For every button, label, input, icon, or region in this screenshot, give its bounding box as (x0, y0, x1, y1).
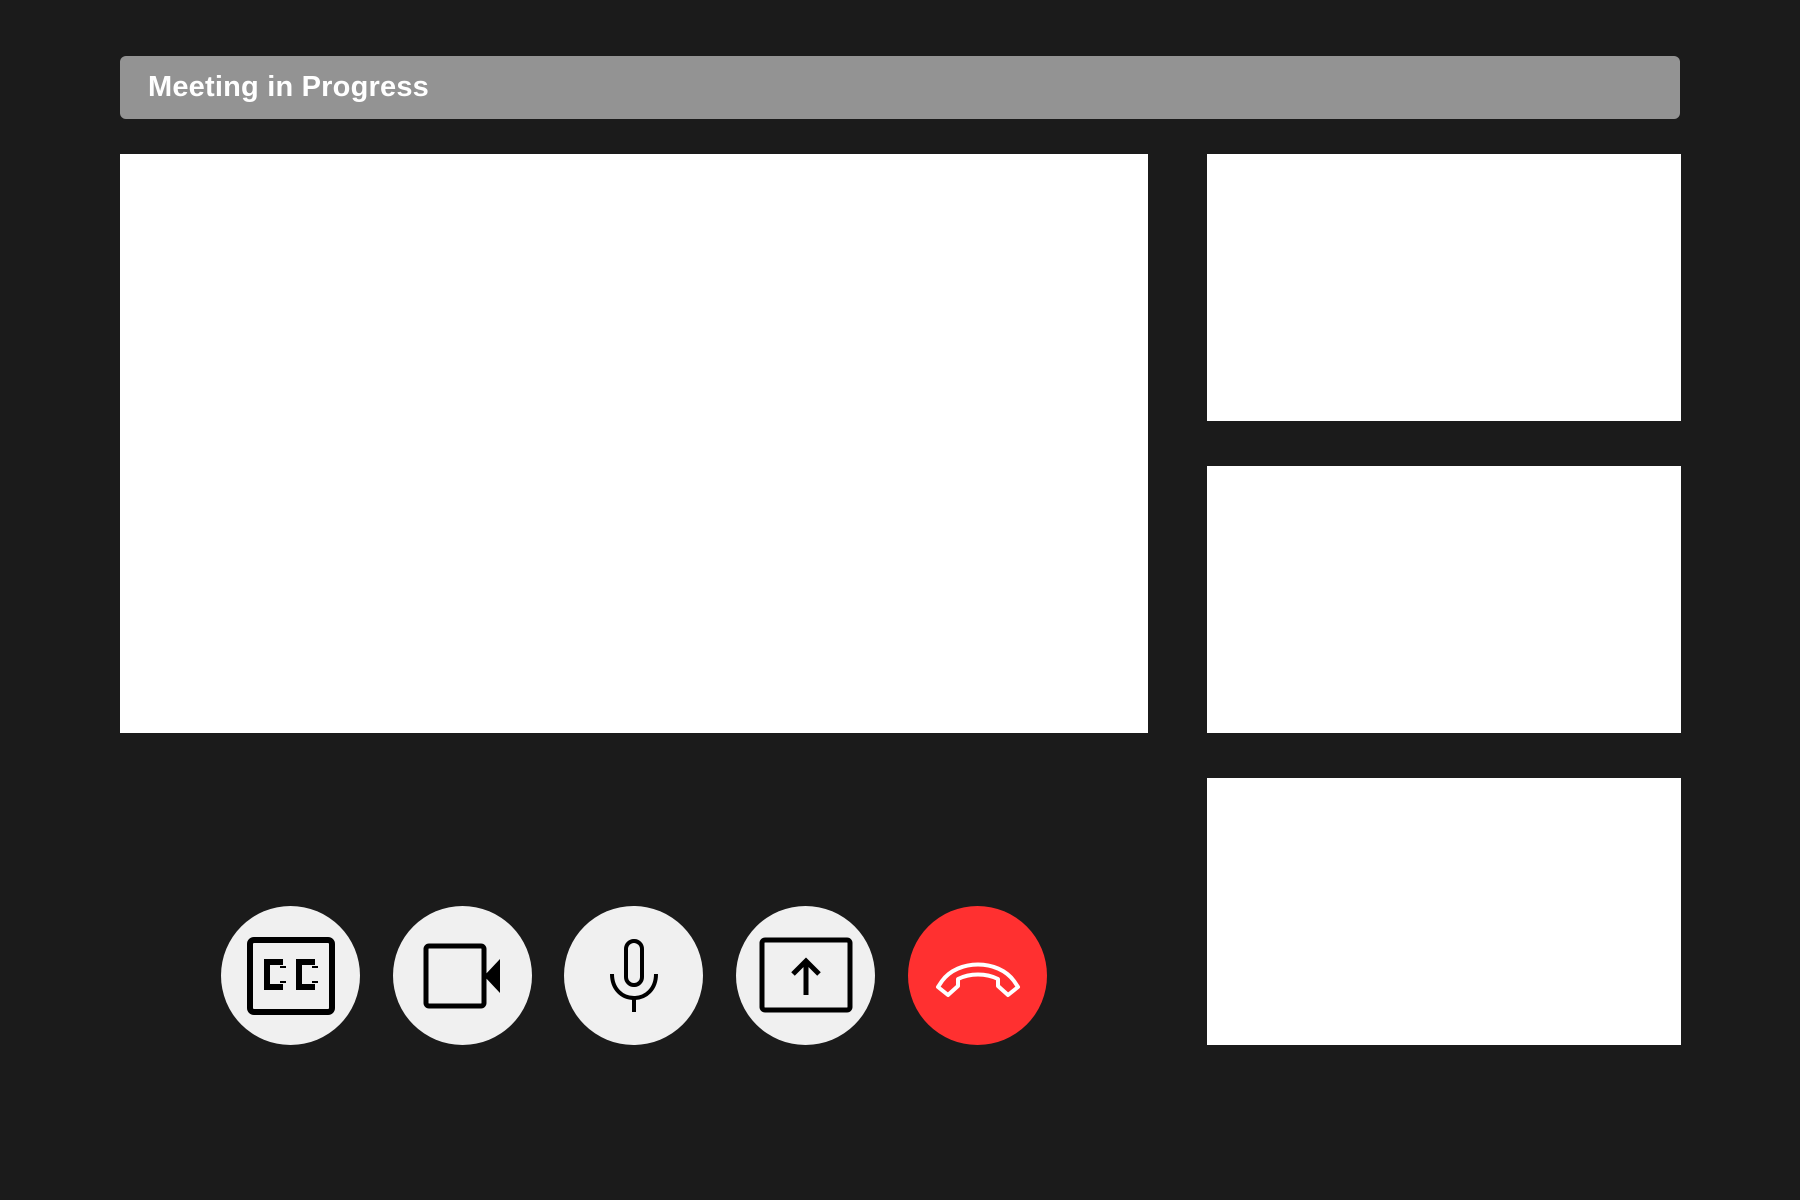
meeting-title-bar: Meeting in Progress (120, 56, 1680, 119)
share-screen-icon (759, 937, 853, 1015)
microphone-button[interactable] (564, 906, 703, 1045)
captions-button[interactable] (221, 906, 360, 1045)
video-camera-icon (423, 943, 503, 1009)
closed-captions-icon (246, 936, 336, 1016)
microphone-icon (604, 938, 664, 1014)
main-video-tile[interactable] (120, 154, 1148, 733)
meeting-window: Meeting in Progress (0, 0, 1800, 1200)
participant-tile-3[interactable] (1207, 778, 1681, 1045)
camera-button[interactable] (393, 906, 532, 1045)
participant-tile-2[interactable] (1207, 466, 1681, 733)
share-screen-button[interactable] (736, 906, 875, 1045)
meeting-title: Meeting in Progress (148, 71, 429, 103)
end-call-button[interactable] (908, 906, 1047, 1045)
participant-tile-1[interactable] (1207, 154, 1681, 421)
hang-up-icon (928, 951, 1028, 1001)
